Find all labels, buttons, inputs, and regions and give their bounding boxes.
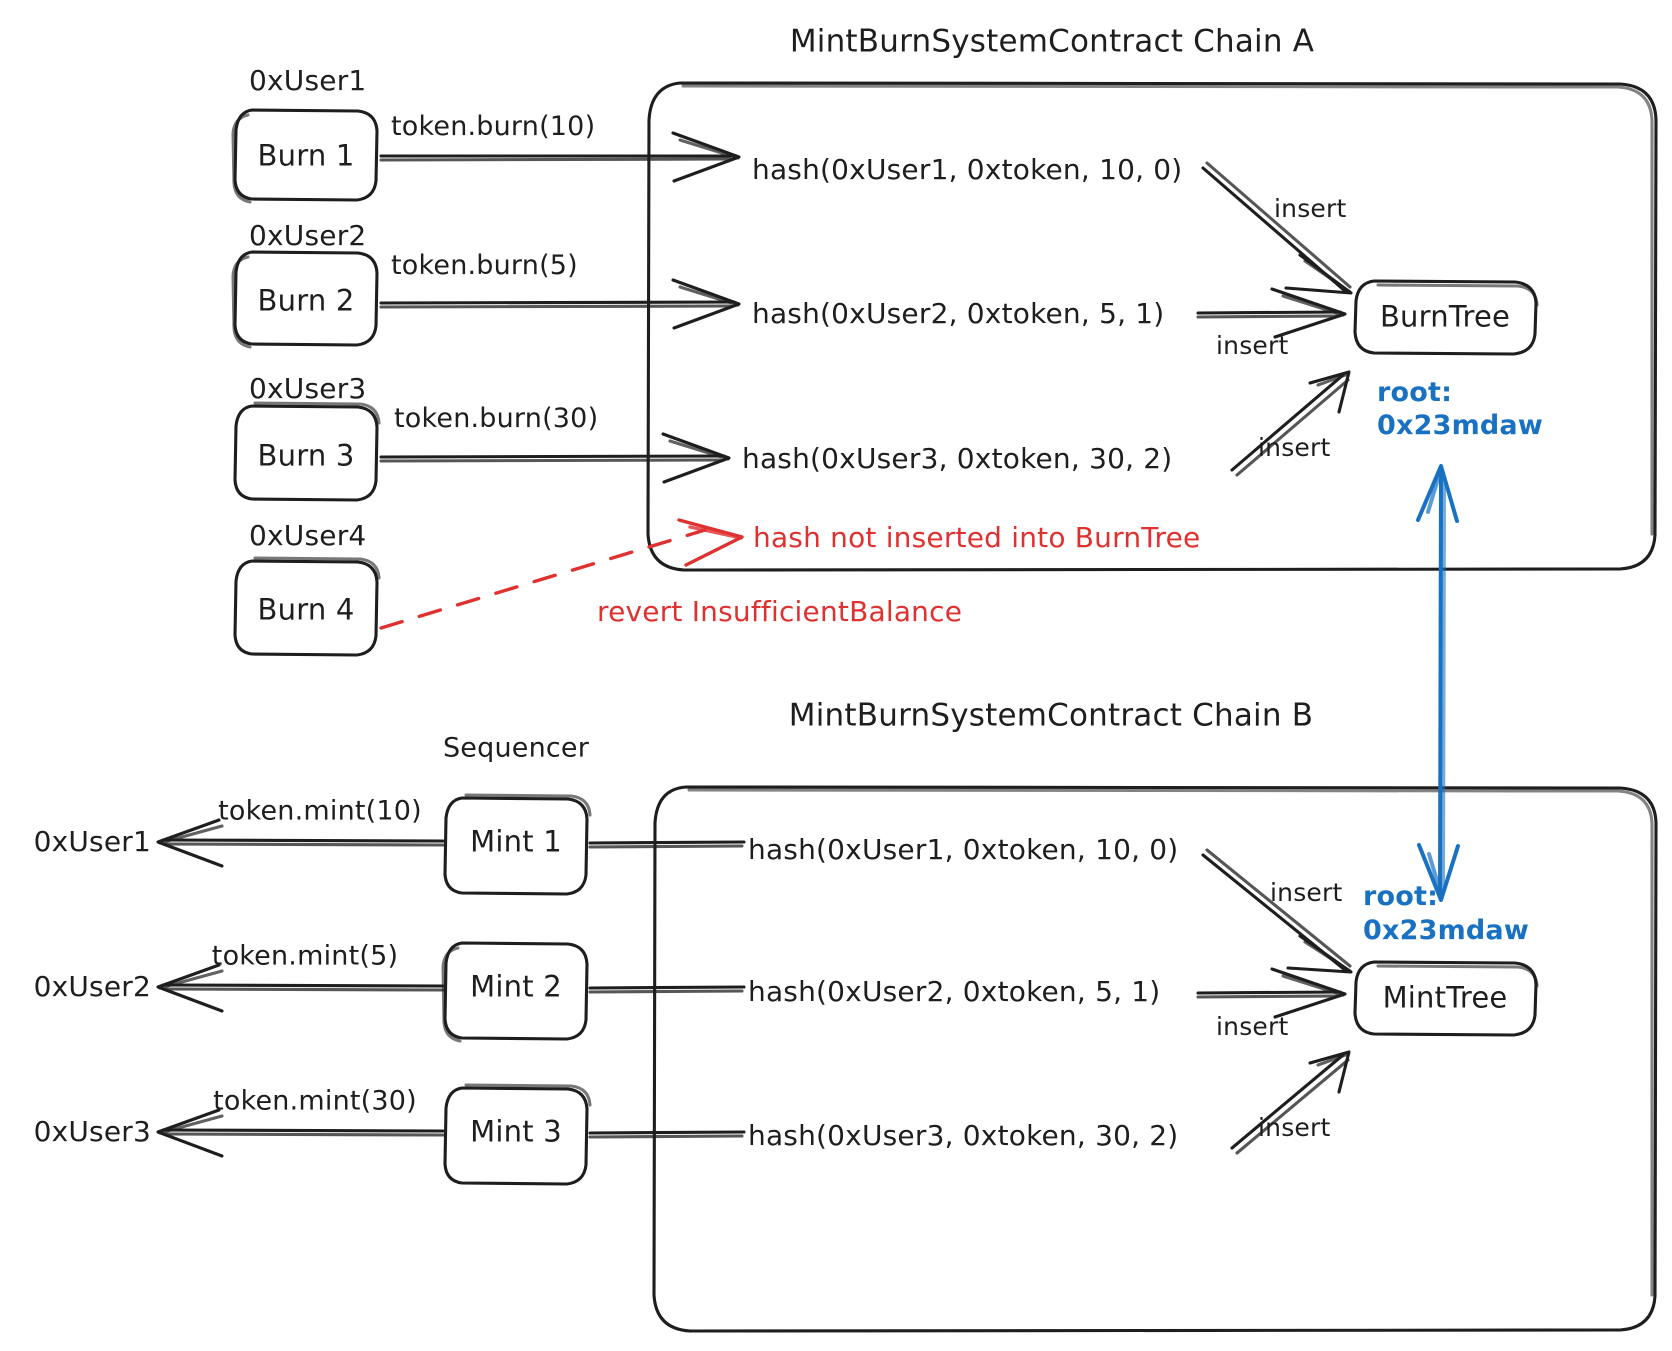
burn-arrow-3 [379, 432, 731, 484]
mint-call-label-1: token.mint(10) [218, 795, 422, 827]
chain-b-root-value: 0x23mdaw [1363, 915, 1529, 946]
burn-tree-label[interactable]: BurnTree [1380, 302, 1510, 332]
mint-user-arrow-2 [156, 963, 445, 1013]
chain-a-insert-label-2: insert [1216, 331, 1289, 360]
burn-call-label-2: token.burn(5) [391, 250, 578, 281]
burn4-revert-label: revert InsufficientBalance [597, 595, 963, 628]
chain-a-hash-2: hash(0xUser2, 0xtoken, 5, 1) [752, 297, 1165, 330]
chain-a-root-value: 0x23mdaw [1377, 410, 1543, 441]
diagram-canvas: MintBurnSystemContract Chain A 0xUser1 0… [0, 0, 1672, 1351]
chain-a-user-label-2: 0xUser2 [249, 219, 367, 252]
chain-a-insert-label-1: insert [1274, 194, 1347, 223]
chain-a-root-label: root: [1377, 377, 1453, 408]
chain-b-insert-label-3: insert [1258, 1113, 1331, 1142]
burn-box-label-3[interactable]: Burn 3 [258, 441, 355, 471]
chain-b-user-label-2: 0xUser2 [33, 970, 151, 1003]
insert-arrow-b-2 [1196, 967, 1347, 1019]
mint-user-arrow-3 [156, 1108, 445, 1158]
mint-hash-line-1 [588, 840, 746, 849]
mint-tree-label[interactable]: MintTree [1383, 983, 1508, 1013]
chain-b-title: MintBurnSystemContract Chain B [788, 697, 1314, 734]
chain-b-hash-2: hash(0xUser2, 0xtoken, 5, 1) [748, 975, 1161, 1008]
root-sync-arrow [1416, 464, 1460, 902]
chain-b-hash-3: hash(0xUser3, 0xtoken, 30, 2) [748, 1119, 1179, 1152]
chain-a-hash-3: hash(0xUser3, 0xtoken, 30, 2) [742, 442, 1173, 475]
insert-arrow-b-1 [1201, 848, 1353, 974]
mint-box-label-1[interactable]: Mint 1 [470, 827, 562, 857]
chain-a-insert-label-3: insert [1258, 433, 1331, 462]
burn4-revert-arrowhead [677, 518, 744, 567]
chain-b-insert-label-2: insert [1216, 1012, 1289, 1041]
mint-call-label-2: token.mint(5) [211, 940, 399, 972]
chain-b-user-label-3: 0xUser3 [33, 1115, 151, 1148]
sequencer-label: Sequencer [442, 732, 590, 764]
mint-hash-line-3 [588, 1130, 746, 1139]
chain-a-user-label-3: 0xUser3 [249, 372, 367, 405]
mint-call-label-3: token.mint(30) [213, 1085, 417, 1117]
burn-call-label-3: token.burn(30) [394, 403, 599, 434]
mint-box-label-3[interactable]: Mint 3 [470, 1117, 562, 1147]
chain-b-root-label: root: [1363, 881, 1439, 912]
chain-a-user-label-1: 0xUser1 [249, 64, 367, 97]
chain-a-user-label-4: 0xUser4 [249, 519, 367, 552]
burn-box-label-4[interactable]: Burn 4 [258, 595, 355, 625]
burn4-error-inline: hash not inserted into BurnTree [753, 521, 1201, 554]
chain-a-title: MintBurnSystemContract Chain A [789, 23, 1315, 60]
chain-b-hash-1: hash(0xUser1, 0xtoken, 10, 0) [748, 833, 1179, 866]
insert-arrow-a-1 [1201, 161, 1353, 295]
burn-box-label-1[interactable]: Burn 1 [258, 141, 355, 171]
insert-arrow-a-2 [1196, 287, 1347, 339]
chain-b-user-label-1: 0xUser1 [33, 825, 151, 858]
mint-user-arrow-1 [156, 818, 445, 868]
burn-box-label-2[interactable]: Burn 2 [258, 286, 355, 316]
mint-hash-line-2 [588, 985, 746, 994]
chain-b-insert-label-1: insert [1270, 878, 1343, 907]
burn-call-label-1: token.burn(10) [391, 111, 596, 142]
chain-a-hash-1: hash(0xUser1, 0xtoken, 10, 0) [752, 153, 1183, 186]
chain-b-container [652, 785, 1658, 1333]
burn-arrow-2 [379, 278, 741, 330]
mint-box-label-2[interactable]: Mint 2 [470, 972, 562, 1002]
